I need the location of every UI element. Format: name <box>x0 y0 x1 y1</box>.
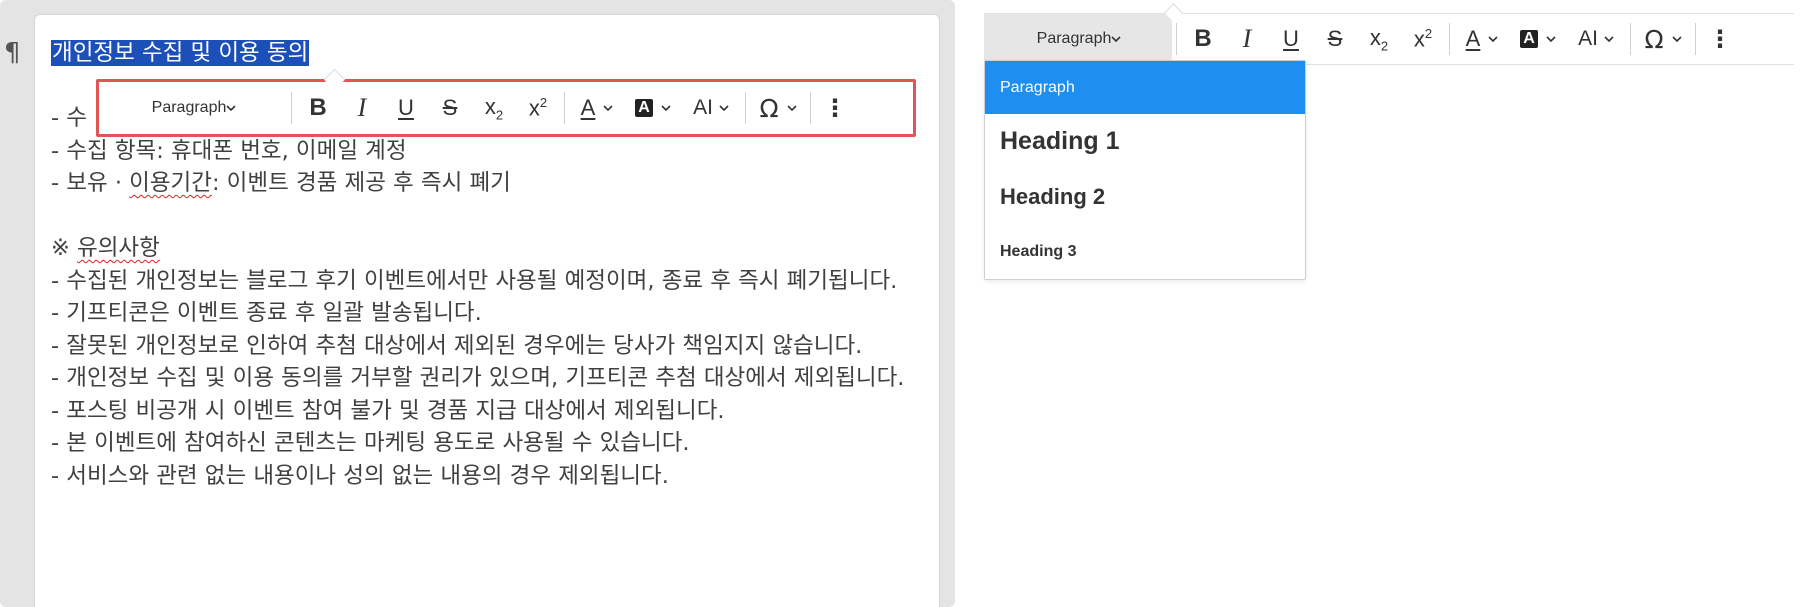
pilcrow-icon[interactable]: ¶ <box>4 38 21 68</box>
dropdown-option-heading-2[interactable]: Heading 2 <box>985 169 1305 224</box>
font-color-icon: A <box>580 95 596 120</box>
background-color-button[interactable]: A <box>1510 14 1566 64</box>
spellcheck-word: 이용기간 <box>129 170 212 196</box>
dropdown-option-heading-3[interactable]: Heading 3 <box>985 224 1305 279</box>
toolbar-separator <box>1176 23 1177 55</box>
doc-line: - 포스팅 비공개 시 이벤트 참여 불가 및 경품 지급 대상에서 제외됩니다… <box>51 397 725 424</box>
spellcheck-word: 유의사항 <box>77 235 160 261</box>
paragraph-format-label: Paragraph <box>151 99 227 116</box>
superscript-button[interactable]: x2 <box>1401 14 1445 64</box>
italic-button[interactable]: I <box>1225 14 1269 64</box>
chevron-down-icon <box>1546 36 1556 43</box>
paragraph-format-select[interactable]: Paragraph <box>99 82 287 134</box>
doc-line: - 본 이벤트에 참여하신 콘텐츠는 마케팅 용도로 사용될 수 있습니다. <box>51 430 690 456</box>
subscript-icon: x2 <box>484 93 504 123</box>
superscript-icon: x2 <box>1413 25 1433 52</box>
superscript-button[interactable]: x2 <box>516 82 560 134</box>
font-color-button[interactable]: A <box>1454 14 1510 64</box>
chevron-down-icon <box>1604 36 1614 43</box>
bold-button[interactable]: B <box>296 82 340 134</box>
paragraph-format-dropdown: Paragraph Heading 1 Heading 2 Heading 3 <box>984 60 1306 280</box>
strikethrough-button[interactable]: S <box>428 82 472 134</box>
toolbar-separator <box>564 92 565 124</box>
toolbar-separator <box>810 92 811 124</box>
superscript-icon: x2 <box>528 94 548 121</box>
font-size-button[interactable]: AI <box>681 82 741 134</box>
font-size-icon: AI <box>1578 27 1598 50</box>
toolbar-expanded: Paragraph B I U S x2 x2 A A AI Ω ⋮ <box>984 13 1794 65</box>
chevron-down-icon <box>1111 36 1121 43</box>
background-color-icon: A <box>1520 30 1538 48</box>
toolbar-separator <box>1449 23 1450 55</box>
bold-icon: B <box>1194 25 1212 52</box>
font-size-icon: AI <box>693 96 713 119</box>
subscript-icon: x2 <box>1369 24 1389 54</box>
toolbar-separator <box>1630 23 1631 55</box>
paragraph-format-select[interactable]: Paragraph <box>984 14 1172 64</box>
bold-button[interactable]: B <box>1181 14 1225 64</box>
background-color-icon: A <box>635 99 653 117</box>
doc-line: ※ 유의사항 <box>51 232 931 265</box>
toolbar-separator <box>1695 23 1696 55</box>
doc-line-prefix: - 보유 · <box>51 170 130 196</box>
italic-icon: I <box>1242 24 1252 53</box>
strikethrough-icon: S <box>442 95 458 120</box>
strikethrough-icon: S <box>1327 26 1343 51</box>
special-characters-button[interactable]: Ω <box>1635 14 1691 64</box>
underline-icon: U <box>398 95 414 120</box>
doc-line: - 잘못된 개인정보로 인하여 추첨 대상에서 제외된 경우에는 당사가 책임지… <box>51 332 863 359</box>
bold-icon: B <box>309 94 327 121</box>
selected-title[interactable]: 개인정보 수집 및 이용 동의 <box>51 40 310 66</box>
doc-line: - 수집된 개인정보는 블로그 후기 이벤트에서만 사용될 예정이며, 종료 후… <box>51 267 898 294</box>
more-vertical-icon: ⋮ <box>823 94 847 122</box>
doc-line: - 수집 항목: 휴대폰 번호, 이메일 계정 <box>51 137 407 164</box>
toolbar-separator <box>745 92 746 124</box>
underline-icon: U <box>1283 26 1299 51</box>
font-size-button[interactable]: AI <box>1566 14 1626 64</box>
strikethrough-button[interactable]: S <box>1313 14 1357 64</box>
underline-button[interactable]: U <box>384 82 428 134</box>
chevron-down-icon <box>1488 36 1498 43</box>
chevron-down-icon <box>719 105 729 112</box>
chevron-down-icon <box>603 105 613 112</box>
italic-button[interactable]: I <box>340 82 384 134</box>
omega-icon: Ω <box>1644 24 1664 54</box>
chevron-down-icon <box>786 105 797 112</box>
chevron-down-icon <box>661 105 671 112</box>
doc-line: - 보유 · 이용기간: 이벤트 경품 제공 후 즉시 폐기 <box>51 167 931 200</box>
doc-line: - 서비스와 관련 없는 내용이나 성의 없는 내용의 경우 제외됩니다. <box>51 462 669 489</box>
doc-line: - 개인정보 수집 및 이용 동의를 거부할 권리가 있으며, 기프티콘 추첨 … <box>51 365 905 391</box>
paragraph-format-label: Paragraph <box>1036 30 1112 47</box>
chevron-down-icon <box>1671 36 1682 43</box>
dropdown-option-heading-1[interactable]: Heading 1 <box>985 114 1305 169</box>
floating-toolbar: Paragraph B I U S x2 x2 A A AI Ω ⋮ <box>96 79 916 137</box>
background-color-button[interactable]: A <box>625 82 681 134</box>
font-color-button[interactable]: A <box>569 82 625 134</box>
doc-line: - 기프티콘은 이벤트 종료 후 일괄 발송됩니다. <box>51 300 482 326</box>
subscript-button[interactable]: x2 <box>1357 14 1401 64</box>
font-color-icon: A <box>1465 26 1481 51</box>
doc-title-line: 개인정보 수집 및 이용 동의 <box>51 37 931 70</box>
more-options-button[interactable]: ⋮ <box>815 82 855 134</box>
special-characters-button[interactable]: Ω <box>750 82 806 134</box>
more-vertical-icon: ⋮ <box>1708 25 1732 53</box>
dropdown-option-paragraph[interactable]: Paragraph <box>985 61 1305 114</box>
notice-symbol: ※ <box>51 235 78 261</box>
chevron-down-icon <box>226 105 236 112</box>
italic-icon: I <box>357 93 367 122</box>
underline-button[interactable]: U <box>1269 14 1313 64</box>
subscript-button[interactable]: x2 <box>472 82 516 134</box>
more-options-button[interactable]: ⋮ <box>1700 14 1740 64</box>
doc-line-rest: : 이벤트 경품 제공 후 즉시 폐기 <box>211 170 511 196</box>
toolbar-separator <box>291 92 292 124</box>
omega-icon: Ω <box>759 93 779 123</box>
